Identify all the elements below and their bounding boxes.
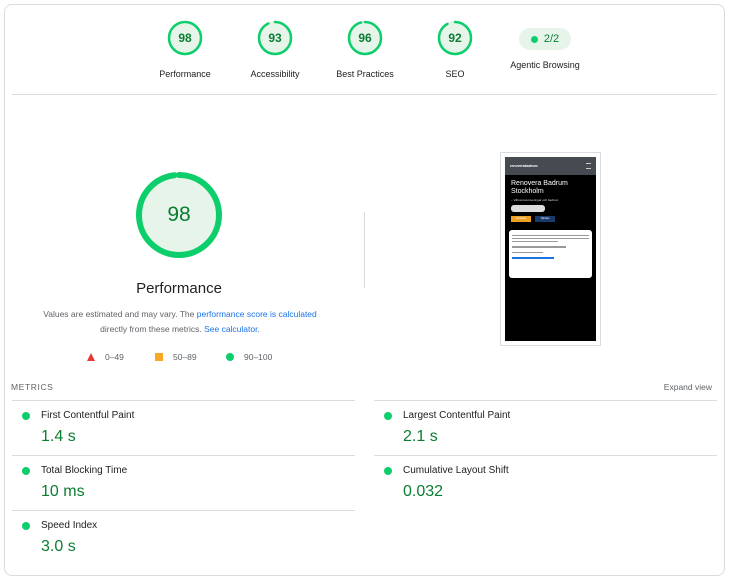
performance-score-link[interactable]: performance score is calculated — [197, 309, 317, 319]
metric-divider — [374, 400, 717, 401]
metric-name: Total Blocking Time — [41, 465, 128, 476]
metric-largest-contentful-paint: Largest Contentful Paint 2.1 s — [373, 402, 716, 457]
see-calculator-link[interactable]: See calculator. — [204, 324, 260, 334]
pass-dot-icon — [22, 522, 30, 530]
gauge-accessibility[interactable]: 93 Accessibility — [230, 20, 320, 79]
metric-first-contentful-paint: First Contentful Paint 1.4 s — [11, 402, 354, 457]
score-value: 93 — [268, 31, 282, 45]
gauge-label: SEO — [445, 69, 465, 79]
pass-circle-icon — [226, 353, 234, 361]
metric-value: 2.1 s — [403, 428, 438, 445]
score-ring: 92 — [437, 20, 473, 56]
expand-view-button[interactable]: Expand view — [664, 382, 712, 392]
metric-name: Cumulative Layout Shift — [403, 465, 509, 476]
metric-name: Largest Contentful Paint — [403, 410, 511, 421]
screenshot-button-secondary: Tjänster — [535, 216, 555, 222]
pass-dot-icon — [384, 412, 392, 420]
screenshot-buttons: Kontakta Tjänster — [505, 212, 596, 222]
score-value: 96 — [358, 31, 372, 45]
score-value: 98 — [178, 31, 192, 45]
metric-name: First Contentful Paint — [41, 410, 135, 421]
average-square-icon — [155, 353, 163, 361]
rating-stars-icon — [511, 205, 545, 212]
performance-score-gauge: 98 — [134, 170, 224, 260]
metric-value: 3.0 s — [41, 538, 76, 555]
gauge-seo[interactable]: 92 SEO — [410, 20, 500, 79]
gauge-performance[interactable]: 98 Performance — [140, 20, 230, 79]
metrics-heading: METRICS — [11, 382, 54, 392]
metric-divider — [12, 400, 355, 401]
performance-score: 98 — [167, 203, 191, 226]
screenshot-logo: renoverabadrum — [510, 164, 538, 168]
metric-value: 10 ms — [41, 483, 85, 500]
pass-dot-icon — [384, 467, 392, 475]
screenshot-heading: Renovera Badrum Stockholm — [511, 180, 568, 195]
gauge-label: Performance — [159, 69, 211, 79]
screenshot-navbar: renoverabadrum — [505, 157, 596, 175]
hamburger-menu-icon — [586, 163, 591, 169]
pass-dot-icon — [22, 467, 30, 475]
legend-pass: 90–100 — [226, 352, 272, 362]
score-note: Values are estimated and may vary. The p… — [30, 307, 330, 337]
metric-divider — [12, 455, 355, 456]
gauge-label: Agentic Browsing — [510, 60, 580, 70]
metric-speed-index: Speed Index 3.0 s — [11, 512, 354, 567]
legend-pass-label: 90–100 — [244, 352, 273, 362]
agentic-value: 2/2 — [543, 33, 560, 45]
gauge-agentic-browsing[interactable]: 2/2 Agentic Browsing — [500, 20, 590, 70]
legend-average: 50–89 — [155, 352, 197, 362]
metric-total-blocking-time: Total Blocking Time 10 ms — [11, 457, 354, 512]
vertical-divider — [364, 212, 365, 288]
metric-name: Speed Index — [41, 520, 98, 531]
metric-value: 1.4 s — [41, 428, 76, 445]
legend-fail: 0–49 — [87, 352, 124, 362]
screenshot-content: renoverabadrum Renovera Badrum Stockholm… — [505, 157, 596, 341]
screenshot-info-card — [509, 230, 592, 278]
legend-fail-label: 0–49 — [105, 352, 124, 362]
score-ring: 93 — [257, 20, 293, 56]
metric-value: 0.032 — [403, 483, 444, 500]
performance-title: Performance — [136, 280, 222, 297]
score-ring: 96 — [347, 20, 383, 56]
pass-dot-icon — [22, 412, 30, 420]
screenshot-subheading: – Våtrumsrenoveringar och badrum — [511, 198, 559, 202]
agentic-pill: 2/2 — [519, 28, 571, 50]
screenshot-button-primary: Kontakta — [511, 216, 531, 222]
score-ring: 98 — [167, 20, 203, 56]
metric-divider — [374, 455, 717, 456]
gauge-label: Accessibility — [250, 69, 300, 79]
score-value: 92 — [448, 31, 462, 45]
gauge-label: Best Practices — [336, 69, 394, 79]
page-screenshot-thumbnail[interactable]: renoverabadrum Renovera Badrum Stockholm… — [500, 152, 601, 346]
legend-average-label: 50–89 — [173, 352, 197, 362]
pass-dot-icon — [530, 35, 538, 43]
metric-cumulative-layout-shift: Cumulative Layout Shift 0.032 — [373, 457, 716, 512]
metric-divider — [12, 510, 355, 511]
divider — [12, 94, 717, 95]
note-text: Values are estimated and may vary. The — [43, 309, 197, 319]
gauge-best-practices[interactable]: 96 Best Practices — [320, 20, 410, 79]
note-text: directly from these metrics. — [100, 324, 205, 334]
fail-triangle-icon — [87, 353, 95, 361]
